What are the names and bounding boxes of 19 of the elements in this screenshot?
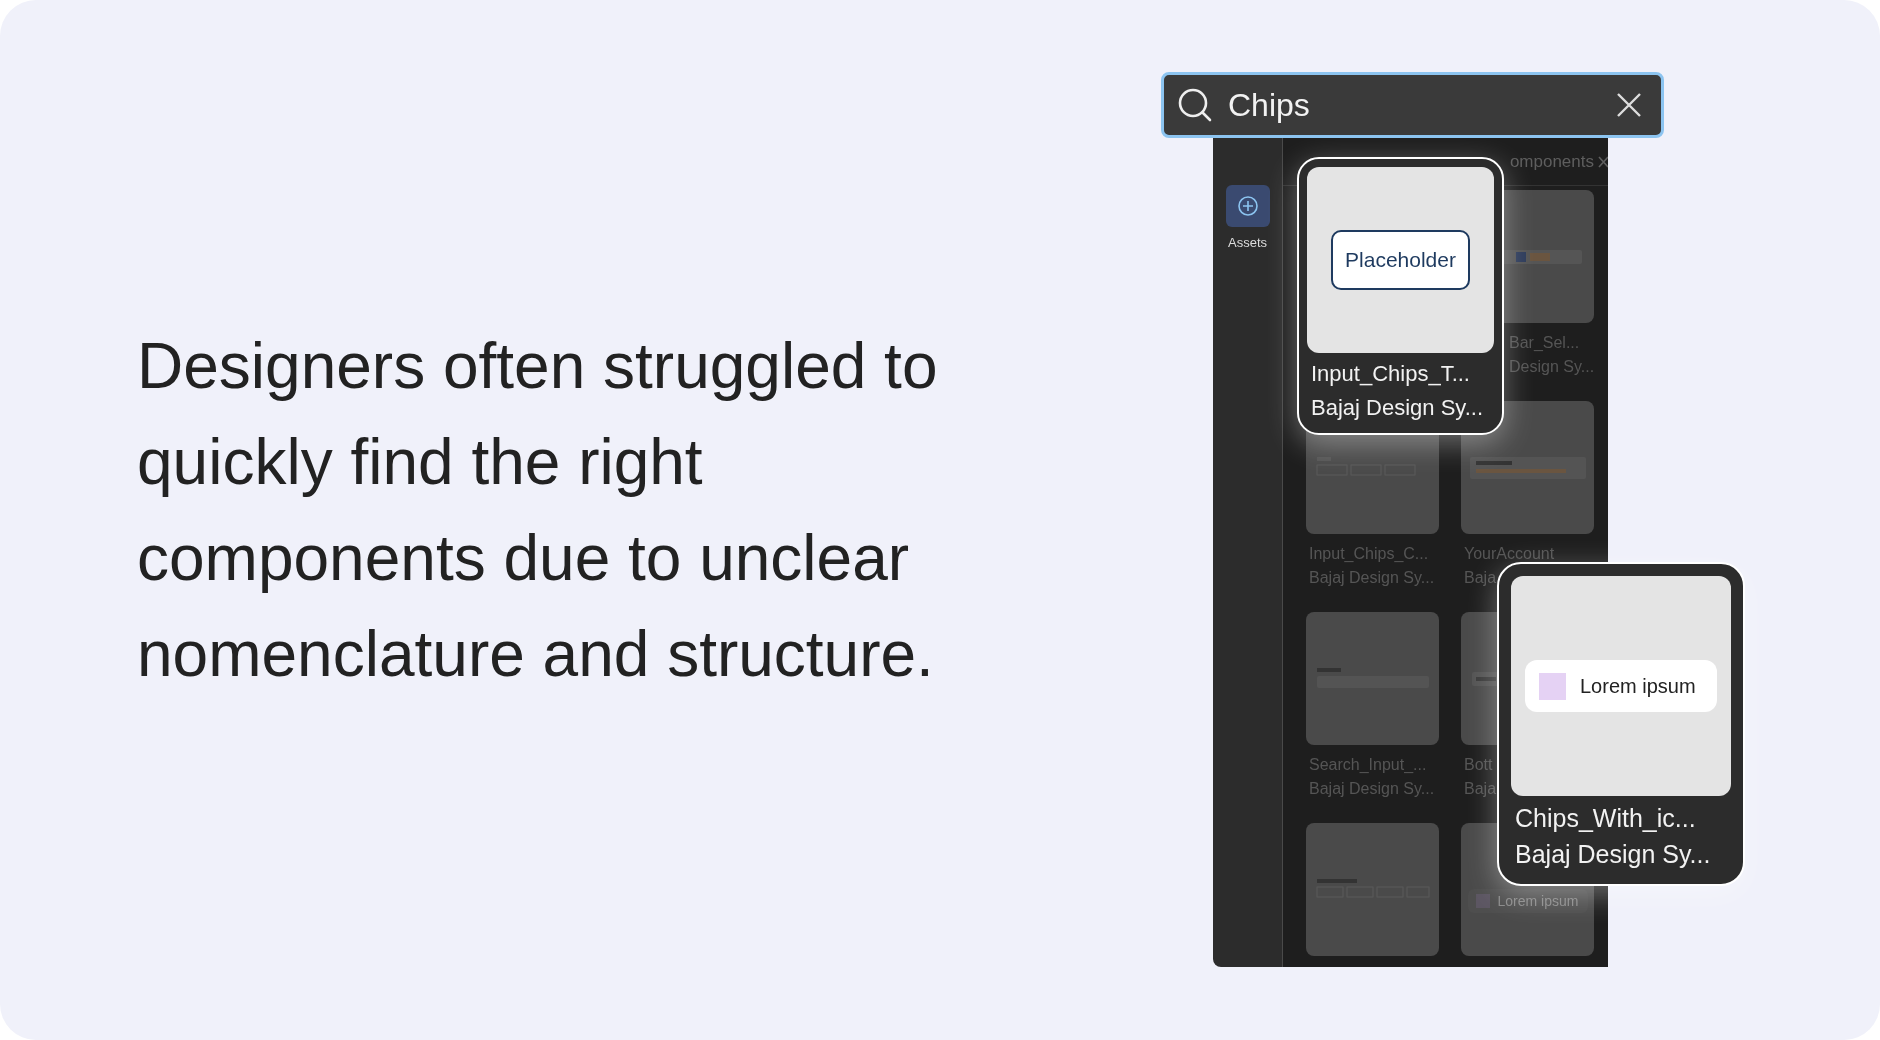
assets-label: Assets bbox=[1228, 234, 1267, 252]
thumbnail-square-icon bbox=[1475, 893, 1490, 908]
library-name: Bajaj Design Sy... bbox=[1310, 394, 1484, 422]
search-field[interactable]: Chips bbox=[1161, 72, 1664, 138]
close-icon[interactable] bbox=[1598, 154, 1608, 169]
component-thumbnail[interactable] bbox=[1306, 823, 1439, 956]
component-preview-tooltip[interactable]: Placeholder Input_Chips_T... Bajaj Design Sy... bbox=[1297, 157, 1504, 435]
component-preview-tooltip[interactable]: Lorem ipsum Chips_With_ic... Bajaj Design Sy... bbox=[1497, 562, 1745, 886]
chip-text: Placeholder bbox=[1345, 247, 1456, 274]
chip-text: Lorem ipsum bbox=[1580, 674, 1696, 699]
assets-button[interactable] bbox=[1225, 185, 1270, 227]
search-icon bbox=[1176, 86, 1214, 124]
headline: Designers often struggled to quickly find the right components due to unclear nomenclature and structure. bbox=[137, 329, 939, 692]
clear-icon[interactable] bbox=[1615, 91, 1643, 119]
placeholder-square-icon bbox=[1539, 672, 1566, 700]
search-input[interactable]: Chips bbox=[1228, 81, 1615, 129]
component-name: Input_Chips_T... bbox=[1310, 360, 1471, 388]
component-thumbnail[interactable] bbox=[1306, 612, 1439, 745]
plus-circle-icon bbox=[1236, 195, 1259, 217]
